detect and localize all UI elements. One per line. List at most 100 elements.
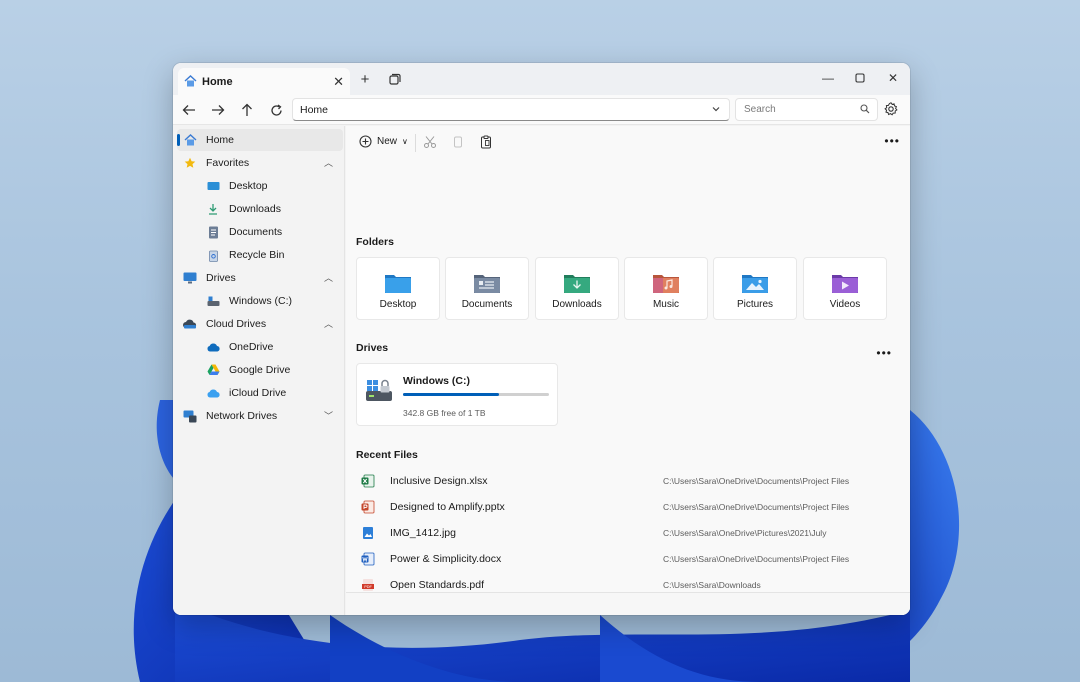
sidebar-group-label: Drives <box>206 272 236 284</box>
sidebar-item-label: iCloud Drive <box>229 387 287 399</box>
recent-file-name: Open Standards.pdf <box>390 579 484 591</box>
folder-label: Downloads <box>552 299 602 310</box>
sidebar-item-icloud-drive[interactable]: iCloud Drive <box>206 382 336 404</box>
settings-button[interactable] <box>884 102 902 120</box>
sidebar-item-windows-c[interactable]: Windows (C:) <box>206 290 336 312</box>
chevron-up-icon[interactable]: ︿ <box>324 271 333 284</box>
cut-button[interactable] <box>423 135 439 151</box>
word-icon <box>361 552 375 566</box>
folder-documents[interactable]: Documents <box>445 257 529 320</box>
copy-button[interactable] <box>451 135 467 151</box>
sidebar-item-label: Downloads <box>229 203 281 215</box>
new-tab-button[interactable]: + <box>355 69 375 89</box>
star-icon <box>183 156 197 170</box>
new-button[interactable]: New ∨ <box>359 135 408 148</box>
chevron-down-icon[interactable]: ﹀ <box>324 409 333 422</box>
recent-file-row[interactable]: Inclusive Design.xlsx C:\Users\Sara\OneD… <box>356 468 896 494</box>
sidebar-item-label: Documents <box>229 226 283 238</box>
folders-heading: Folders <box>356 236 394 248</box>
pictures-folder-icon <box>742 275 768 293</box>
back-button[interactable] <box>179 100 199 120</box>
minimize-button[interactable]: — <box>813 67 843 89</box>
sidebar-item-google-drive[interactable]: Google Drive <box>206 359 336 381</box>
sidebar-item-desktop[interactable]: Desktop <box>206 175 336 197</box>
paste-button[interactable] <box>479 135 495 151</box>
onedrive-icon <box>206 340 220 354</box>
command-separator <box>415 134 416 152</box>
chevron-down-icon: ∨ <box>402 137 408 146</box>
sidebar-item-home[interactable]: Home <box>177 129 343 151</box>
navigation-bar: Home Search <box>173 95 910 125</box>
chevron-up-icon[interactable]: ︿ <box>324 317 333 330</box>
maximize-button[interactable] <box>845 67 875 89</box>
image-file-icon <box>363 527 373 539</box>
recent-file-path: C:\Users\Sara\OneDrive\Pictures\2021\Jul… <box>663 528 827 538</box>
folder-desktop[interactable]: Desktop <box>356 257 440 320</box>
selection-indicator <box>177 134 180 146</box>
recent-file-row[interactable]: IMG_1412.jpg C:\Users\Sara\OneDrive\Pict… <box>356 520 896 546</box>
tab-label: Home <box>202 76 233 88</box>
address-bar[interactable]: Home <box>292 98 730 121</box>
chevron-up-icon[interactable]: ︿ <box>324 156 333 169</box>
up-button[interactable] <box>237 100 257 120</box>
chevron-down-icon[interactable] <box>711 104 721 117</box>
close-tab-icon[interactable]: ✕ <box>333 74 344 90</box>
forward-button[interactable] <box>208 100 228 120</box>
documents-folder-icon <box>474 275 500 293</box>
downloads-folder-icon <box>564 275 590 293</box>
folder-label: Music <box>652 299 680 310</box>
folder-label: Desktop <box>379 299 417 310</box>
recent-file-path: C:\Users\Sara\OneDrive\Documents\Project… <box>663 476 850 486</box>
drives-heading: Drives <box>356 342 389 354</box>
sidebar-item-downloads[interactable]: Downloads <box>206 198 336 220</box>
recycle-bin-icon <box>206 248 220 262</box>
sidebar-group-network-drives[interactable]: Network Drives ﹀ <box>183 405 333 427</box>
drives-more-button[interactable]: ••• <box>876 346 892 360</box>
recent-file-name: Power & Simplicity.docx <box>390 553 502 565</box>
sidebar-group-cloud-drives[interactable]: Cloud Drives ︿ <box>183 313 333 335</box>
sidebar: Home Favorites ︿ Desktop Downloads Docum… <box>173 126 345 615</box>
sidebar-item-onedrive[interactable]: OneDrive <box>206 336 336 358</box>
copy-icon <box>454 136 462 148</box>
download-icon <box>206 202 220 216</box>
search-box[interactable]: Search <box>735 98 878 121</box>
network-drive-icon <box>183 409 197 423</box>
sidebar-item-documents[interactable]: Documents <box>206 221 336 243</box>
home-icon <box>184 74 197 90</box>
sidebar-item-label: Desktop <box>229 180 268 192</box>
new-button-label: New <box>377 136 398 147</box>
music-folder-icon <box>653 275 679 293</box>
more-options-button[interactable]: ••• <box>884 134 900 148</box>
google-drive-icon <box>206 363 220 377</box>
folder-pictures[interactable]: Pictures <box>713 257 797 320</box>
main-content: New ∨ ••• Folders Desktop Documents Down… <box>346 126 910 615</box>
tab-actions-button[interactable] <box>385 69 405 89</box>
videos-folder-icon <box>832 275 858 293</box>
sidebar-item-label: Home <box>206 134 235 146</box>
recent-file-row[interactable]: Designed to Amplify.pptx C:\Users\Sara\O… <box>356 494 896 520</box>
sidebar-group-favorites[interactable]: Favorites ︿ <box>183 152 333 174</box>
recent-file-path: C:\Users\Sara\OneDrive\Documents\Project… <box>663 554 850 564</box>
folder-videos[interactable]: Videos <box>803 257 887 320</box>
refresh-icon <box>270 103 282 116</box>
sidebar-group-label: Network Drives <box>206 410 278 422</box>
address-path: Home <box>300 103 329 116</box>
maximize-icon <box>855 73 865 83</box>
cloud-drive-icon <box>183 317 197 331</box>
folder-music[interactable]: Music <box>624 257 708 320</box>
status-bar <box>346 592 910 615</box>
sidebar-group-drives[interactable]: Drives ︿ <box>183 267 333 289</box>
folder-downloads[interactable]: Downloads <box>535 257 619 320</box>
folder-label: Pictures <box>736 299 774 310</box>
folder-label: Documents <box>461 299 513 310</box>
close-window-button[interactable]: ✕ <box>878 67 908 89</box>
cut-icon <box>424 136 436 148</box>
drive-windows-c[interactable]: Windows (C:) 342.8 GB free of 1 TB <box>356 363 558 426</box>
arrow-right-icon <box>212 105 225 115</box>
refresh-button[interactable] <box>266 100 286 120</box>
tab-home[interactable]: Home ✕ <box>178 68 350 96</box>
document-icon <box>206 225 220 239</box>
recent-file-row[interactable]: Power & Simplicity.docx C:\Users\Sara\On… <box>356 546 896 572</box>
sidebar-item-recycle-bin[interactable]: Recycle Bin <box>206 244 336 266</box>
recent-file-name: IMG_1412.jpg <box>390 527 456 539</box>
